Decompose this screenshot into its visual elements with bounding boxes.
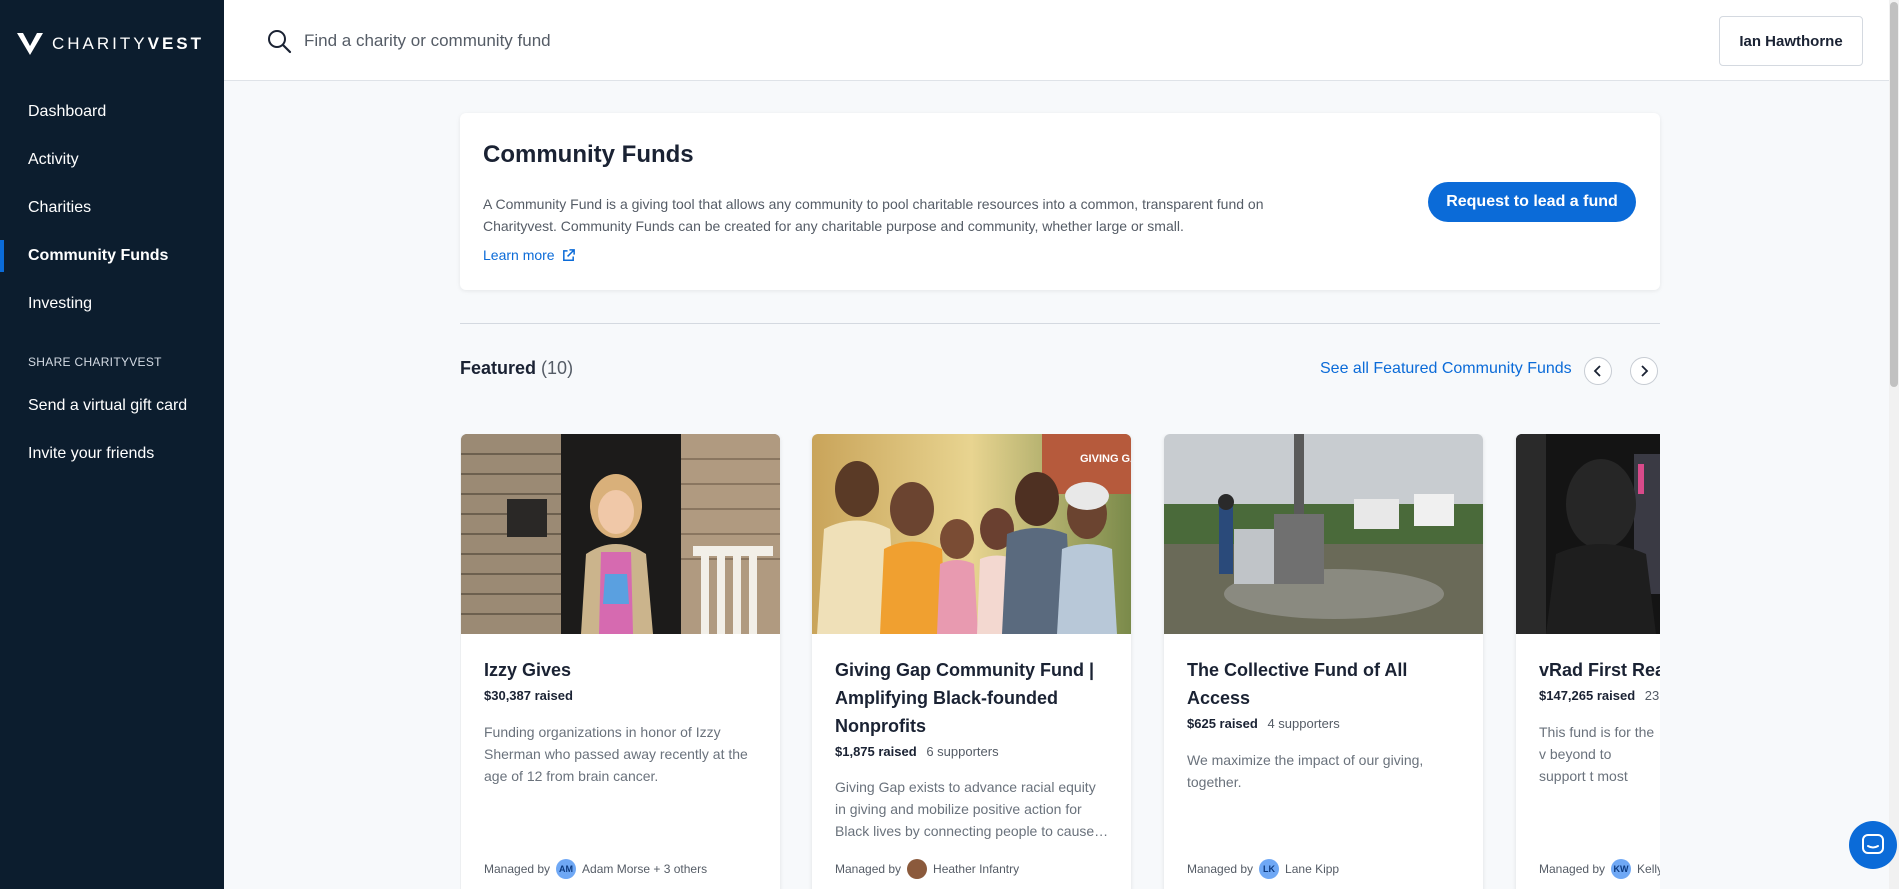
fund-card-raised: $30,387 raised [484, 688, 573, 703]
scrollbar-thumb[interactable] [1890, 2, 1898, 387]
chevron-right-icon [1641, 365, 1649, 377]
sidebar-item-invite-friends[interactable]: Invite your friends [0, 430, 224, 478]
managed-by-label: Managed by [835, 862, 902, 876]
manager-name: Kelly [1637, 862, 1660, 876]
search-input[interactable] [304, 24, 904, 58]
external-link-icon [562, 248, 575, 261]
featured-carousel: Izzy Gives $30,387 raised Funding organi… [460, 434, 1660, 889]
sidebar-item-community-funds[interactable]: Community Funds [0, 232, 224, 280]
sidebar-nav: Dashboard Activity Charities Community F… [0, 88, 224, 328]
fund-card-stats: $625 raised 4 supporters [1187, 716, 1340, 731]
fund-card-image: GIVING GAP [812, 434, 1131, 634]
logo-text-bold: VEST [147, 34, 205, 53]
fund-card-description: We maximize the impact of our giving, to… [1187, 752, 1424, 790]
sidebar-item-charities[interactable]: Charities [0, 184, 224, 232]
logo-text: CHARITYVEST [52, 34, 204, 54]
fund-card-manager: Managed by AM Adam Morse + 3 others [484, 859, 707, 879]
giving-gap-image-badge: GIVING GAP [1080, 453, 1131, 465]
sidebar-item-gift-card[interactable]: Send a virtual gift card [0, 382, 224, 430]
request-to-lead-fund-button[interactable]: Request to lead a fund [1428, 182, 1636, 222]
manager-name: Adam Morse + 3 others [582, 862, 708, 876]
fund-card-raised: $625 raised [1187, 716, 1258, 731]
fund-card-raised: $1,875 raised [835, 744, 917, 759]
fund-card-image [1164, 434, 1483, 634]
charityvest-logo[interactable]: CHARITYVEST [16, 30, 204, 58]
fund-card-stats: $30,387 raised [484, 688, 579, 703]
avatar: KW [1611, 859, 1632, 879]
avatar [907, 859, 928, 879]
learn-more-label: Learn more [483, 247, 555, 263]
carousel-next-button[interactable] [1630, 357, 1658, 385]
manager-name: Heather Infantry [933, 862, 1020, 876]
sidebar-share-nav: Send a virtual gift card Invite your fri… [0, 382, 224, 478]
fund-photo-radiologist [1516, 434, 1660, 634]
page-title: Community Funds [483, 141, 694, 168]
fund-card-description: Funding organizations in honor of Izzy S… [484, 724, 748, 784]
fund-card-stats: $1,875 raised 6 supporters [835, 744, 999, 759]
learn-more-link[interactable]: Learn more [483, 247, 576, 263]
intro-description: A Community Fund is a giving tool that a… [483, 196, 1264, 234]
sidebar: CHARITYVEST Dashboard Activity Charities… [0, 0, 224, 889]
avatar: LK [1259, 859, 1280, 879]
manager-name: Lane Kipp [1285, 862, 1340, 876]
sidebar-section-share: SHARE CHARITYVEST [28, 355, 162, 369]
fund-card-description: This fund is for the v beyond to support… [1539, 724, 1655, 791]
see-all-featured-link[interactable]: See all Featured Community Funds [1320, 360, 1572, 378]
fund-card-image [461, 434, 780, 634]
fund-card-supporters: 4 supporters [1267, 716, 1340, 731]
logo-text-light: CHARITY [52, 34, 148, 53]
fund-card-manager: Managed by Heather Infantry [835, 859, 1019, 879]
fund-card-manager: Managed by LK Lane Kipp [1187, 859, 1339, 879]
sidebar-item-dashboard[interactable]: Dashboard [0, 88, 224, 136]
fund-photo-family: GIVING GAP [812, 434, 1131, 634]
fund-card-izzy-gives[interactable]: Izzy Gives $30,387 raised Funding organi… [461, 434, 780, 889]
carousel-prev-button[interactable] [1584, 357, 1612, 385]
fund-card-title: vRad First Rea [1539, 660, 1660, 680]
fund-card-stats: $147,265 raised 23 [1539, 688, 1659, 703]
managed-by-label: Managed by [1539, 862, 1606, 876]
fund-card-title: Izzy Gives [484, 660, 572, 680]
managed-by-label: Managed by [484, 862, 551, 876]
sidebar-item-investing[interactable]: Investing [0, 280, 224, 328]
avatar: AM [556, 859, 577, 879]
fund-card-supporters: 23 [1644, 688, 1660, 703]
fund-card-title: Giving Gap Community Fund | Amplifying B… [835, 660, 1095, 736]
managed-by-label: Managed by [1187, 862, 1254, 876]
chat-support-button[interactable] [1849, 821, 1897, 869]
page-scrollbar[interactable] [1889, 0, 1899, 889]
user-menu-button[interactable]: Ian Hawthorne [1719, 16, 1863, 66]
community-funds-intro-card: Community Funds A Community Fund is a gi… [460, 113, 1660, 290]
fund-card-collective-fund[interactable]: The Collective Fund of All Access $625 r… [1164, 434, 1483, 889]
fund-card-vrad[interactable]: vRad First Rea $147,265 raised 23 This f… [1516, 434, 1660, 889]
logo-mark-icon [17, 33, 43, 55]
featured-title: Featured [460, 358, 537, 378]
fund-card-giving-gap[interactable]: GIVING GAP Giving Gap Community Fund | A… [812, 434, 1131, 889]
section-divider [460, 323, 1660, 324]
fund-photo-girl [461, 434, 780, 634]
search-icon [268, 30, 292, 54]
fund-card-image [1516, 434, 1660, 634]
fund-photo-well-drilling [1164, 434, 1483, 634]
featured-heading: Featured (10) [460, 358, 573, 379]
sidebar-item-activity[interactable]: Activity [0, 136, 224, 184]
featured-count: (10) [541, 358, 574, 378]
fund-card-manager: Managed by KW Kelly [1539, 859, 1660, 879]
fund-card-description: Giving Gap exists to advance racial equi… [835, 779, 1109, 839]
fund-card-supporters: 6 supporters [926, 744, 999, 759]
chevron-left-icon [1593, 365, 1601, 377]
top-bar: Ian Hawthorne [224, 0, 1899, 81]
chat-icon [1862, 834, 1884, 854]
fund-card-title: The Collective Fund of All Access [1187, 660, 1408, 708]
fund-card-raised: $147,265 raised [1539, 688, 1636, 703]
